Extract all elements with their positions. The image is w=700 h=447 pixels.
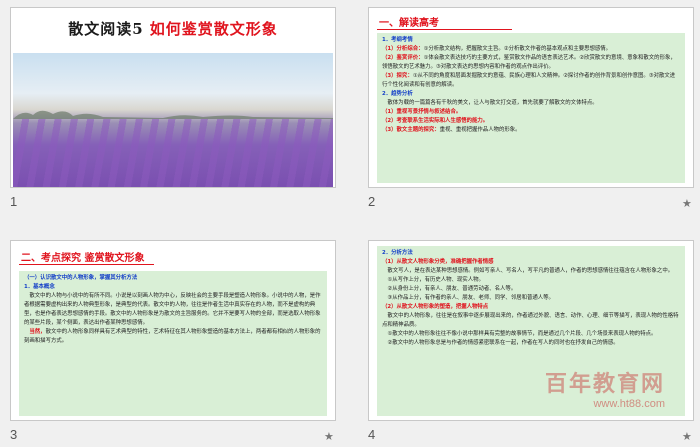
slide-thumbnail-4[interactable]: 2．分析方法 （1）从散文人物形象分类，准确把握作者情感 散文写人，是在表达某种思… [368,240,694,421]
watermark-text: 百年教育网 [544,372,665,397]
content-line: （3）探究：①从不同的角度和层面发掘散文的意蕴、民族心理和人文精神。②探讨作者的… [382,72,680,90]
content-line: 散文写人，是在表达某种思想感情。例如写亲人、写名人，写平凡的普通人，作者的思想感… [382,268,674,274]
content-line: 2．趋势分析 [382,91,413,97]
content-line: （2）考查联系生活实际和人生感悟的能力。 [382,118,489,124]
slide-thumbnail-2[interactable]: 一、解读高考 1．考纲考情 （1）分析综合：①分析散文结构，把握散文主旨。②分析散… [368,7,694,188]
content-line: ③从作品上分，有作者的亲人、朋友、老师、同学、邻居和普通人等。 [382,295,554,301]
content-line-label: 当然， [24,329,46,335]
heading-underline [377,29,512,30]
lavender-rows [13,119,333,187]
content-line: （2）从散文人物形象的塑造，把握人物特点 [382,304,489,310]
content-line-text: ①体会散文表达技巧的主要方式，鉴赏散文作品的语言表达艺术。②欣赏散文的意境、意象… [382,55,676,70]
content-line: ①从写作上分，有历史人物、现实人物。 [382,277,484,283]
heading-underline [19,264,154,265]
content-line-label: （1）分析综合： [382,46,424,52]
slide-content-panel: 1．考纲考情 （1）分析综合：①分析散文结构，把握散文主旨。②分析散文作者的基本观… [377,33,685,183]
title-black: 散文阅读5 [68,20,144,38]
content-line: ①散文中的人物形象往往不像小说中那样具有完整的故事情节，而是通过几个片段、几个场… [382,331,657,337]
slide-thumbnail-1[interactable]: 散文阅读5 如何鉴赏散文形象 [10,7,336,188]
animation-star-icon: ★ [682,197,692,210]
content-line: 1．基本概念 [24,284,55,290]
animation-star-icon: ★ [682,430,692,443]
content-line: ②从身份上分，有亲人、朋友、普通劳动者、名人等。 [382,286,517,292]
content-line: （一）认识散文中的人物形象，掌握其分析方法 [24,275,138,281]
content-line: 当然，散文中的人物形象同样具有艺术典型的特性，艺术特征在其人物形象塑造的基本方法… [24,328,322,346]
title-red: 如何鉴赏散文形象 [149,20,278,38]
content-line-label: （3）散文主题的探究： [382,127,440,133]
content-line: （2）鉴赏评价：①体会散文表达技巧的主要方式，鉴赏散文作品的语言表达艺术。②欣赏… [382,54,680,72]
slide-heading: 一、解读高考 [379,18,439,29]
content-line: （1）从散文人物形象分类，准确把握作者情感 [382,259,494,265]
content-line: 1．考纲考情 [382,37,413,43]
content-line-label: （2）鉴赏评价： [382,55,424,61]
content-line: （1）重视写景抒情与叙述结合。 [382,109,462,115]
slide-number-4: 4 [368,427,376,442]
tree-line-icon [13,110,333,119]
slide-number-3: 3 [10,427,18,442]
animation-star-icon: ★ [324,430,334,443]
slide-number-2: 2 [368,194,376,209]
content-line: 散体为载的一篇篇各有千秋的美文，让人与散文打交道，首先就要了解散文的文体特点。 [382,100,598,106]
content-line: 2．分析方法 [382,250,413,256]
slide-content-panel: （一）认识散文中的人物形象，掌握其分析方法 1．基本概念 散文中的人物与小说中的有… [19,271,327,416]
watermark-url: www.ht88.com [593,398,665,410]
slide-thumbnail-3[interactable]: 二、考点探究 鉴赏散文形象 （一）认识散文中的人物形象，掌握其分析方法 1．基本概… [10,240,336,421]
watermark: 百年教育网 www.ht88.com [545,366,665,410]
content-line-text: 重视、重视把握作品人物的形象。 [439,127,521,133]
content-line-text: ①从不同的角度和层面发掘散文的意蕴、民族心理和人文精神。②探讨作者的创作背景和创… [382,73,676,88]
content-line: 散文中的人物形象，往往是在叙事中逐步展现出来的，作者通过外貌、语言、动作、心理、… [382,313,679,328]
content-line-label: （3）探究： [382,73,413,79]
slide-heading: 二、考点探究 鉴赏散文形象 [21,253,145,264]
content-line: （3）散文主题的探究：重视、重视把握作品人物的形象。 [382,126,680,135]
content-line: （1）分析综合：①分析散文结构，把握散文主旨。②分析散文作者的基本观点和主要思想… [382,45,680,54]
content-line-text: ①分析散文结构，把握散文主旨。②分析散文作者的基本观点和主要思想感情。 [423,46,612,52]
slide-number-1: 1 [10,194,18,209]
slide-title: 散文阅读5 如何鉴赏散文形象 [11,18,335,39]
content-line: ②散文中的人物形象总是与作者的情感紧密联系在一起，作者在写人的同时也在抒发自己的… [382,340,619,346]
content-line-text: 散文中的人物形象同样具有艺术典型的特性，艺术特征在其人物形象塑造的基本方法上，两… [24,329,321,344]
content-line: 散文中的人物与小说中的有所不同。小说是以刻画人物为中心，反映社会的主要手段是塑造… [24,293,321,326]
lavender-field-image [13,53,333,187]
